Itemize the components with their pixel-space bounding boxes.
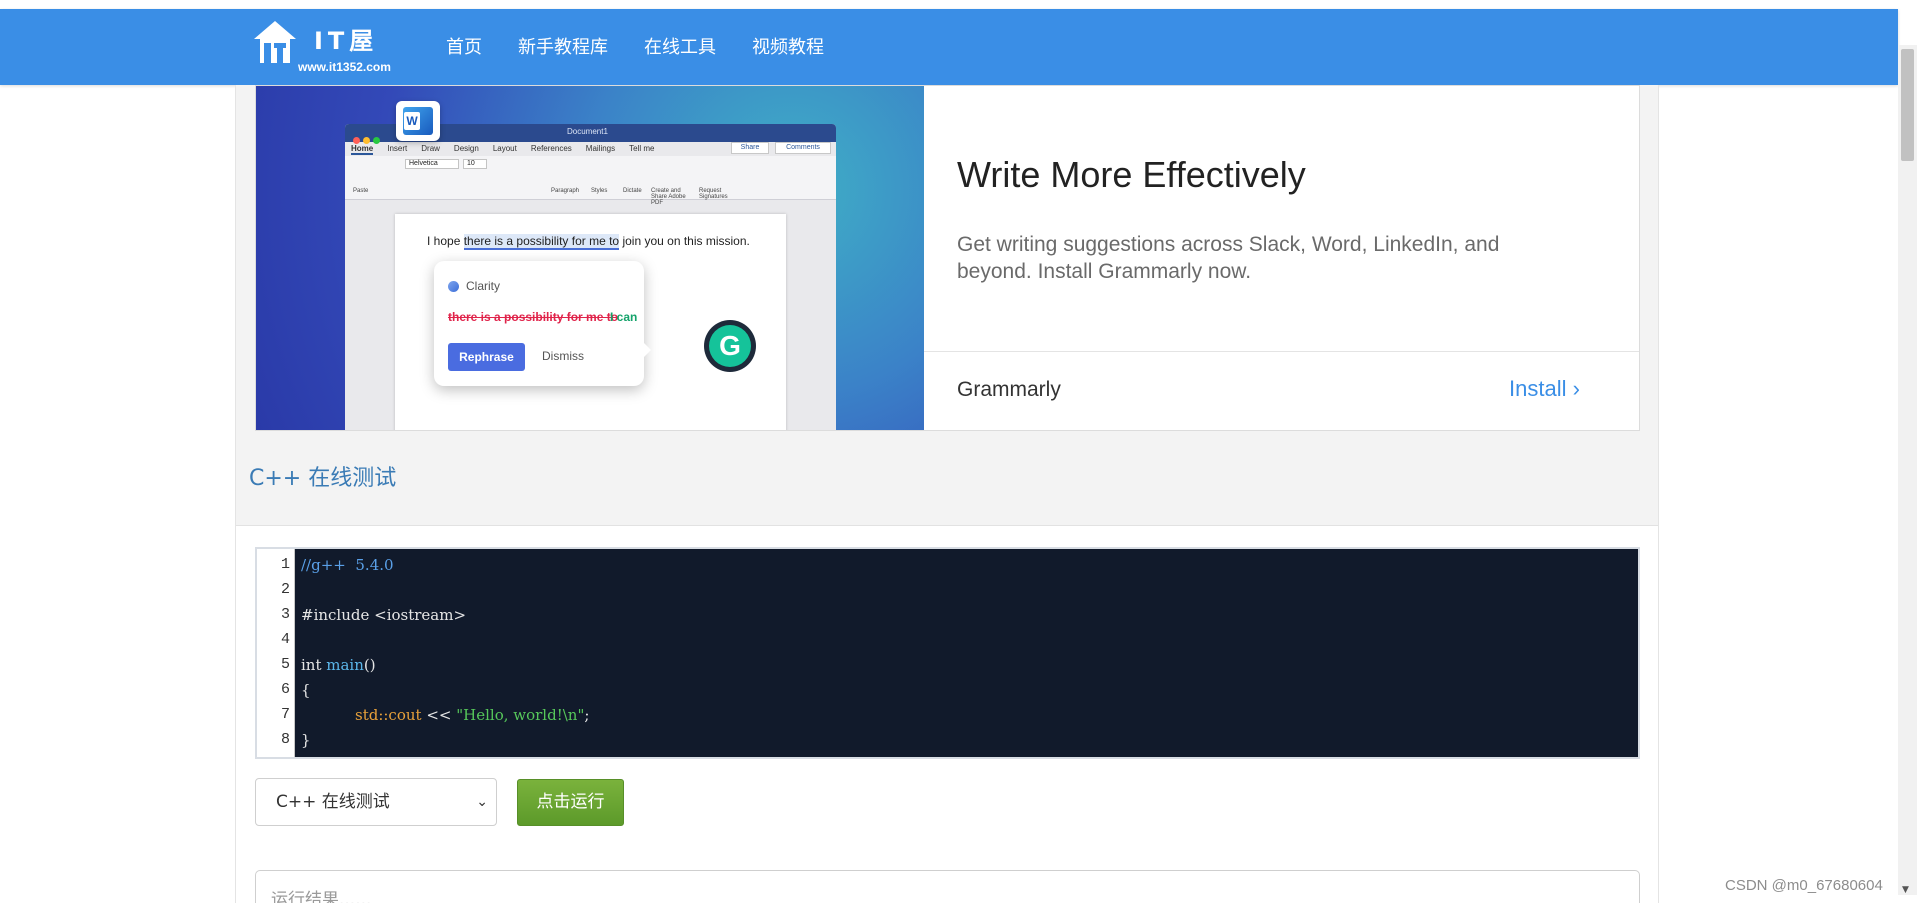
ribbon-styles: Styles [591, 188, 608, 194]
ad-copy[interactable]: Write More Effectively Get writing sugge… [924, 86, 1639, 430]
word-menu-design: Design [453, 144, 479, 153]
top-navbar: IT屋 www.it1352.com 首页 新手教程库 在线工具 视频教程 [0, 9, 1898, 85]
doc-sentence: I hope there is a possibility for me to … [427, 234, 750, 250]
ribbon-dictate: Dictate [623, 188, 642, 194]
nav-home[interactable]: 首页 [446, 33, 482, 59]
code-line-6: { [301, 681, 311, 699]
logo-title: IT屋 [314, 27, 379, 55]
nav-video-tutorials[interactable]: 视频教程 [752, 33, 824, 59]
logo-url: www.it1352.com [298, 60, 391, 74]
install-label: Install [1509, 376, 1567, 401]
run-button[interactable]: 点击运行 [517, 779, 624, 826]
word-share: Share [731, 142, 769, 154]
strikethrough-text: there is a possibility for me to [448, 310, 619, 324]
result-output[interactable]: 运行结果...... [255, 870, 1640, 903]
chevron-right-icon: › [1572, 376, 1580, 401]
site-logo[interactable]: IT屋 www.it1352.com [252, 19, 412, 75]
word-menu: Home Insert Draw Design Layout Reference… [351, 144, 668, 155]
word-comments: Comments [775, 142, 831, 154]
line-number-gutter: 1 2 3 4 5 6 7 8 [257, 549, 295, 757]
word-ribbon: Helvetica 10 Paste Paragraph Styles Dict… [345, 156, 836, 206]
code-token-type: int [301, 656, 327, 674]
line-number: 5 [280, 656, 290, 673]
line-number: 3 [280, 606, 290, 623]
word-menu-home: Home [351, 144, 374, 155]
doc-before: I hope [427, 234, 464, 248]
line-number: 6 [280, 681, 290, 698]
main-nav: 首页 新手教程库 在线工具 视频教程 [446, 33, 860, 59]
ad-description: Get writing suggestions across Slack, Wo… [957, 233, 1500, 283]
ad-divider [924, 351, 1639, 352]
house-logo-icon [254, 21, 296, 63]
result-placeholder: 运行结果...... [271, 890, 372, 903]
word-menu-mailings: Mailings [585, 144, 616, 153]
ribbon-paste: Paste [353, 188, 369, 194]
line-number: 1 [280, 556, 290, 573]
doc-after: join you on this mission. [619, 234, 750, 248]
content-column: Document1 Home Insert Draw Design Layout… [235, 85, 1659, 903]
clarity-label: Clarity [466, 279, 501, 293]
language-select-value: C++ 在线测试 [276, 792, 390, 812]
font-size-box: 10 [463, 159, 487, 169]
scroll-down-arrow-icon[interactable]: ▼ [1902, 885, 1909, 895]
ribbon-request-signatures: Request Signatures [699, 188, 728, 200]
code-line-1: //g++ 5.4.0 [301, 556, 394, 574]
word-menu-tellme: Tell me [629, 144, 655, 153]
page-scrollbar[interactable]: ▼ [1898, 45, 1917, 895]
nav-tutorials[interactable]: 新手教程库 [518, 33, 608, 59]
grammarly-ad[interactable]: Document1 Home Insert Draw Design Layout… [255, 85, 1640, 431]
code-token-parens: () [363, 656, 376, 674]
grammarly-logo-icon: G [704, 320, 756, 372]
rephrase-button: Rephrase [448, 343, 525, 371]
word-menu-layout: Layout [492, 144, 517, 153]
word-menu-insert: Insert [387, 144, 408, 153]
csdn-watermark: CSDN @m0_67680604 [1725, 877, 1883, 894]
ad-headline[interactable]: Write More Effectively [957, 154, 1306, 196]
ribbon-paragraph: Paragraph [551, 188, 580, 194]
line-number: 7 [280, 706, 290, 723]
code-line-5: int main() [301, 656, 376, 674]
scrollbar-thumb[interactable] [1901, 49, 1914, 161]
code-token-semicolon: ; [584, 706, 590, 724]
code-token-operator: << [421, 706, 457, 724]
word-doc-title: Document1 [567, 127, 608, 136]
line-number: 4 [280, 631, 290, 648]
page: IT屋 www.it1352.com 首页 新手教程库 在线工具 视频教程 广告… [0, 0, 1917, 903]
code-editor[interactable]: 1 2 3 4 5 6 7 8 //g++ 5.4.0 #include <io… [255, 547, 1640, 759]
font-name-box: Helvetica [405, 159, 459, 169]
ad-image[interactable]: Document1 Home Insert Draw Design Layout… [256, 86, 924, 430]
dismiss-button: Dismiss [542, 349, 584, 363]
code-token-function: main [326, 656, 364, 674]
word-app-card: W [396, 101, 440, 141]
code-line-7: std::cout << "Hello, world!\n"; [355, 706, 589, 724]
nav-online-tools[interactable]: 在线工具 [644, 33, 716, 59]
install-button[interactable]: Install › [1509, 376, 1580, 402]
grammarly-suggestion-popup: Clarity there is a possibility for me to… [434, 261, 651, 386]
ribbon-adobe-pdf: Create and Share Adobe PDF [651, 188, 686, 206]
line-number: 8 [280, 731, 290, 748]
line-number: 2 [280, 581, 290, 598]
word-menu-draw: Draw [421, 144, 440, 153]
code-token-string: "Hello, world!\n" [456, 706, 585, 724]
ad-brand[interactable]: Grammarly [957, 378, 1061, 402]
code-line-3: #include <iostream> [301, 606, 467, 624]
word-app-icon: W [403, 107, 433, 135]
code-token-std: std::cout [355, 706, 422, 724]
code-line-8: } [301, 731, 311, 749]
doc-highlight: there is a possibility for me to [463, 234, 620, 250]
clarity-icon [448, 281, 459, 292]
section-title: C++ 在线测试 [249, 466, 397, 491]
word-menu-references: References [530, 144, 572, 153]
language-select[interactable]: C++ 在线测试 ⌄ [255, 778, 497, 826]
chevron-down-icon: ⌄ [476, 794, 488, 810]
replacement-text: I can [610, 310, 638, 324]
